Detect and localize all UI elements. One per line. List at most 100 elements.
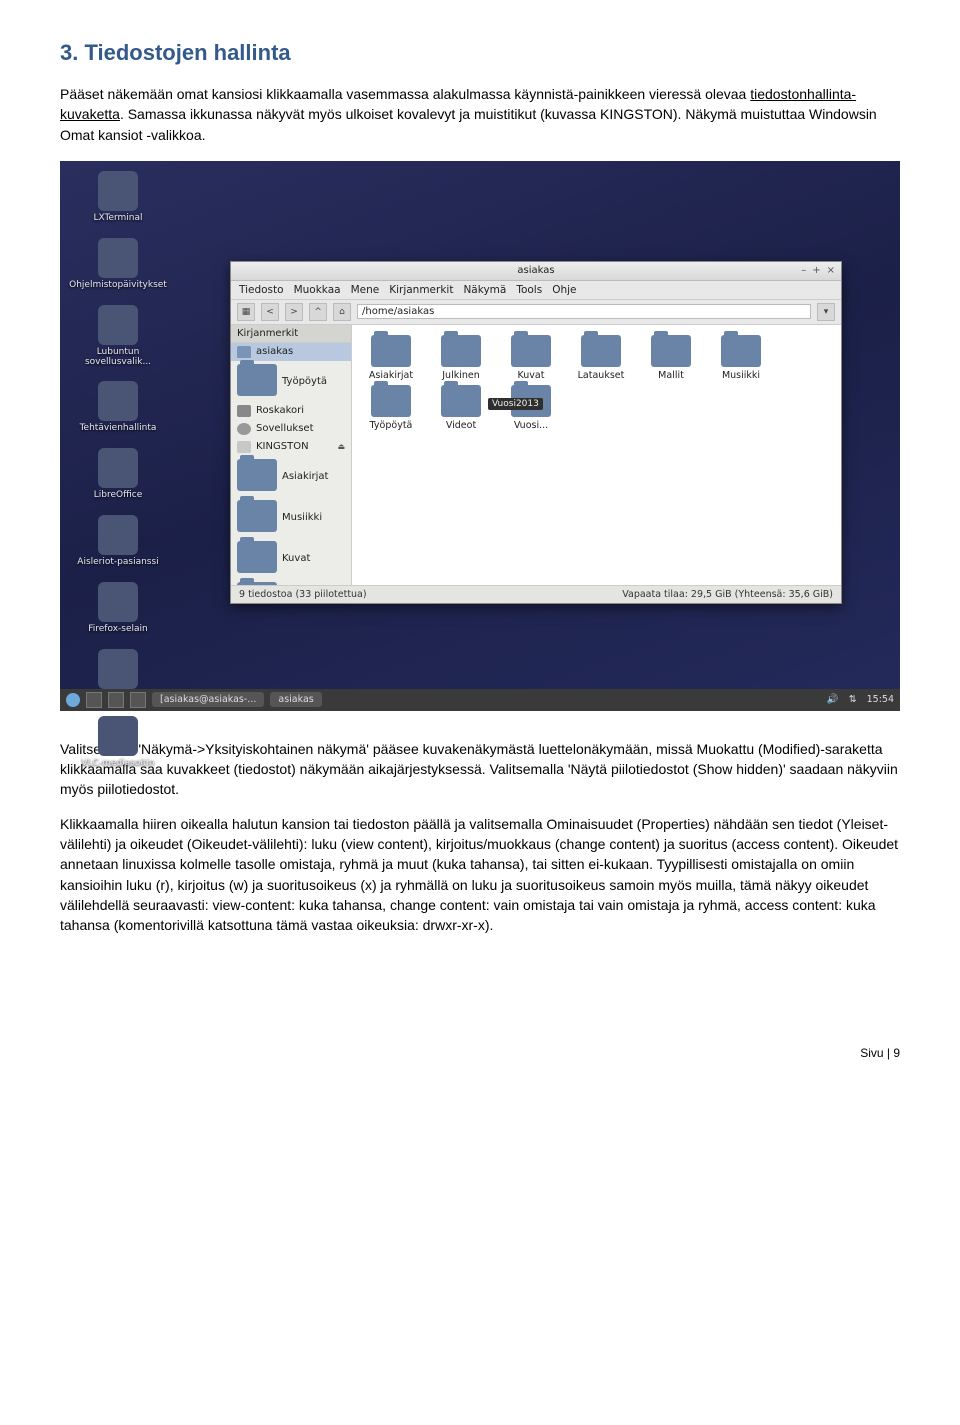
folder-item[interactable]: Kuvat <box>498 335 564 381</box>
home-icon[interactable]: ⌂ <box>333 303 351 321</box>
forward-icon[interactable]: > <box>285 303 303 321</box>
taskmgr-icon-box <box>98 381 138 421</box>
go-icon[interactable]: ▾ <box>817 303 835 321</box>
bm-apps-icon <box>237 423 251 435</box>
paragraph-3: Klikkaamalla hiiren oikealla halutun kan… <box>60 814 900 936</box>
tooltip: Vuosi2013 <box>488 398 543 410</box>
bm-music-icon <box>237 500 277 532</box>
intro-text-b: . Samassa ikkunassa näkyvät myös ulkoise… <box>60 106 877 142</box>
bm-docs-icon <box>237 459 277 491</box>
aisleriot-icon[interactable]: Aisleriot-pasianssi <box>68 515 168 568</box>
menu-näkymä[interactable]: Näkymä <box>463 284 506 296</box>
bm-desktop[interactable]: Työpöytä <box>231 361 351 402</box>
libreoffice-icon-box <box>98 448 138 488</box>
software-updates-icon[interactable]: Ohjelmistopäivitykset <box>68 238 168 291</box>
volume-icon[interactable]: 🔊 <box>827 694 839 705</box>
bm-docs[interactable]: Asiakirjat <box>231 456 351 497</box>
up-icon[interactable]: ^ <box>309 303 327 321</box>
folder-label: Vuosi... <box>514 420 548 431</box>
file-content-area[interactable]: AsiakirjatJulkinen Kuvat Lataukset Mallit Mu… <box>352 325 841 585</box>
libreoffice-icon[interactable]: LibreOffice <box>68 448 168 501</box>
sidebar-header: Kirjanmerkit <box>231 325 351 343</box>
section-heading: 3. Tiedostojen hallinta <box>60 40 900 66</box>
chromium-icon-box <box>98 649 138 689</box>
folder-icon <box>651 335 691 367</box>
desktop-icon-label: Ohjelmistopäivitykset <box>69 281 167 291</box>
start-button-icon[interactable] <box>66 693 80 707</box>
menu-kirjanmerkit[interactable]: Kirjanmerkit <box>389 284 453 296</box>
task-filemanager[interactable]: asiakas <box>270 692 321 707</box>
folder-item[interactable]: Työpöytä <box>358 385 424 431</box>
desktop-screenshot: LXTerminal Ohjelmistopäivitykset Lubuntun … <box>60 161 900 711</box>
taskbar: [asiakas@asiakas-... asiakas 🔊 ⇅ 15:54 <box>60 689 900 711</box>
folder-label: Kuvat <box>518 370 545 381</box>
menubar: Tiedosto Muokkaa Mene Kirjanmerkit Näkymä Too… <box>231 281 841 300</box>
vlc-icon[interactable]: VLC-mediasoitin <box>68 716 168 769</box>
firefox-icon[interactable]: Firefox-selain <box>68 582 168 635</box>
bm-apps[interactable]: Sovellukset <box>231 420 351 438</box>
clock[interactable]: 15:54 <box>867 694 894 705</box>
bm-trash[interactable]: Roskakori <box>231 402 351 420</box>
bm-kingston[interactable]: KINGSTON ⏏ <box>231 438 351 456</box>
folder-item[interactable]: Videot <box>428 385 494 431</box>
bookmark-label: Roskakori <box>256 405 304 416</box>
showdesktop-icon[interactable] <box>130 692 146 708</box>
desktop-icon-label: LibreOffice <box>94 491 143 501</box>
lubuntu-appmenu-icon[interactable]: Lubuntun sovellusvalik... <box>68 305 168 368</box>
folder-icon <box>441 385 481 417</box>
bm-music[interactable]: Musiikki <box>231 497 351 538</box>
bm-home[interactable]: asiakas <box>231 343 351 361</box>
page-footer: Sivu | 9 <box>60 1046 900 1060</box>
folder-item[interactable]: Lataukset <box>568 335 634 381</box>
bookmark-label: KINGSTON <box>256 441 309 452</box>
bm-trash-icon <box>237 405 251 417</box>
task-terminal-label: [asiakas@asiakas-... <box>160 694 256 705</box>
firefox-icon-box <box>98 582 138 622</box>
taskmgr-icon[interactable]: Tehtävienhallinta <box>68 381 168 434</box>
browser-launcher-icon[interactable] <box>108 692 124 708</box>
bookmark-label: asiakas <box>256 346 293 357</box>
back-icon[interactable]: < <box>261 303 279 321</box>
menu-muokkaa[interactable]: Muokkaa <box>294 284 341 296</box>
folder-item[interactable]: Asiakirjat <box>358 335 424 381</box>
folder-label: Videot <box>446 420 476 431</box>
eject-icon[interactable]: ⏏ <box>337 442 345 451</box>
aisleriot-icon-box <box>98 515 138 555</box>
task-terminal[interactable]: [asiakas@asiakas-... <box>152 692 264 707</box>
titlebar[interactable]: asiakas – + × <box>231 262 841 281</box>
menu-tools[interactable]: Tools <box>516 284 542 296</box>
bm-videos-icon <box>237 582 277 585</box>
desktop-icon-label: Lubuntun sovellusvalik... <box>68 348 168 368</box>
bm-desktop-icon <box>237 364 277 396</box>
menu-mene[interactable]: Mene <box>351 284 380 296</box>
menu-tiedosto[interactable]: Tiedosto <box>239 284 284 296</box>
minimize-icon[interactable]: – <box>801 265 806 276</box>
folder-item[interactable]: Mallit <box>638 335 704 381</box>
bm-pics-icon <box>237 541 277 573</box>
bm-pics[interactable]: Kuvat <box>231 538 351 579</box>
task-filemanager-label: asiakas <box>278 694 313 705</box>
maximize-icon[interactable]: + <box>812 265 820 276</box>
folder-item[interactable]: Julkinen <box>428 335 494 381</box>
filemanager-window: asiakas – + × Tiedosto Muokkaa Mene Kirjanm… <box>230 261 842 604</box>
folder-label: Lataukset <box>578 370 625 381</box>
folder-icon <box>581 335 621 367</box>
lxterminal-icon[interactable]: LXTerminal <box>68 171 168 224</box>
folder-label: Musiikki <box>722 370 760 381</box>
menu-ohje[interactable]: Ohje <box>552 284 576 296</box>
lxterminal-icon-box <box>98 171 138 211</box>
close-icon[interactable]: × <box>827 265 835 276</box>
bm-videos[interactable]: Videot <box>231 579 351 585</box>
lubuntu-appmenu-icon-box <box>98 305 138 345</box>
bookmark-label: Työpöytä <box>282 376 327 387</box>
filemanager-launcher-icon[interactable] <box>86 692 102 708</box>
folder-icon <box>511 335 551 367</box>
desktop-icon-label: Tehtävienhallinta <box>80 424 157 434</box>
software-updates-icon-box <box>98 238 138 278</box>
bookmark-label: Sovellukset <box>256 423 314 434</box>
newtab-icon[interactable]: ▦ <box>237 303 255 321</box>
bookmark-label: Kuvat <box>282 553 310 564</box>
network-icon[interactable]: ⇅ <box>849 694 857 705</box>
path-input[interactable]: /home/asiakas <box>357 304 811 319</box>
folder-item[interactable]: Musiikki <box>708 335 774 381</box>
